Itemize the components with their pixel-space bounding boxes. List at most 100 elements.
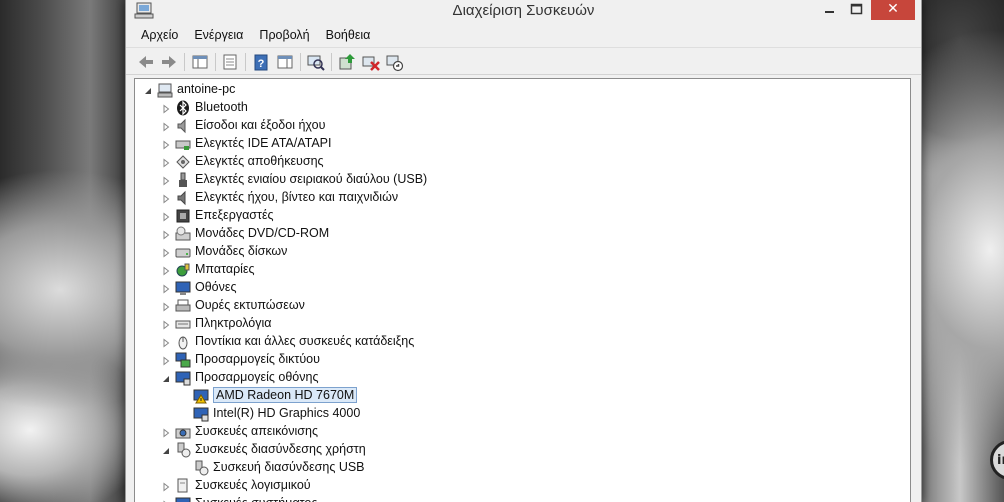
tree-item-label: Μονάδες DVD/CD-ROM <box>195 226 330 240</box>
expand-arrow-icon[interactable] <box>161 337 171 348</box>
uninstall-icon[interactable] <box>361 52 381 72</box>
tree-category[interactable]: Ουρές εκτυπώσεων <box>135 297 910 315</box>
tree-category[interactable]: Bluetooth <box>135 99 910 117</box>
window-title: Διαχείριση Συσκευών <box>452 2 595 19</box>
expand-arrow-icon[interactable] <box>161 121 171 132</box>
disable-device-icon[interactable] <box>385 52 405 72</box>
expand-arrow-icon[interactable] <box>161 319 171 330</box>
menu-action[interactable]: Ενέργεια <box>186 25 251 47</box>
tree-item-label: Ποντίκια και άλλες συσκευές κατάδειξης <box>195 334 415 348</box>
tree-category[interactable]: Μονάδες δίσκων <box>135 243 910 261</box>
toolbar: ? <box>126 47 921 75</box>
toolbar-separator <box>184 53 185 71</box>
expand-arrow-icon[interactable] <box>161 193 171 204</box>
scan-hardware-icon[interactable] <box>306 52 326 72</box>
tree-category[interactable]: Μπαταρίες <box>135 261 910 279</box>
storage-controller-icon <box>175 154 191 170</box>
tree-item-label: Πληκτρολόγια <box>195 316 272 330</box>
disk-drive-icon <box>175 244 191 260</box>
collapse-arrow-icon[interactable] <box>161 373 171 383</box>
display-adapter-icon <box>175 370 191 386</box>
tree-category[interactable]: Συσκευές απεικόνισης <box>135 423 910 441</box>
tree-item-label: antoine-pc <box>177 82 236 96</box>
tree-category[interactable]: Συσκευές συστήματος <box>135 495 910 502</box>
properties-icon[interactable] <box>220 52 240 72</box>
system-device-icon <box>175 496 191 502</box>
expand-arrow-icon[interactable] <box>161 139 171 150</box>
tree-item-label: Συσκευές απεικόνισης <box>195 424 318 438</box>
tree-category[interactable]: Επεξεργαστές <box>135 207 910 225</box>
close-icon: ✕ <box>887 1 899 17</box>
expand-arrow-icon[interactable] <box>161 247 171 258</box>
keyboard-icon <box>175 316 191 332</box>
back-icon[interactable] <box>136 52 156 72</box>
tree-item-label: Ελεγκτές ήχου, βίντεο και παιχνιδιών <box>195 190 399 204</box>
tree-category[interactable]: Οθόνες <box>135 279 910 297</box>
tree-item-label: Οθόνες <box>195 280 237 294</box>
usb-icon <box>175 172 191 188</box>
expand-arrow-icon[interactable] <box>161 265 171 276</box>
display-adapter-warning-icon <box>193 388 209 404</box>
expand-arrow-icon[interactable] <box>161 427 171 438</box>
maximize-icon[interactable] <box>843 0 869 20</box>
menu-file[interactable]: Αρχείο <box>133 25 186 47</box>
action-pane-icon[interactable] <box>275 52 295 72</box>
expand-arrow-icon[interactable] <box>161 211 171 222</box>
device-tree[interactable]: antoine-pc Bluetooth Είσοδοι και έξοδοι ήχ… <box>134 78 911 502</box>
forward-icon[interactable] <box>159 52 179 72</box>
tree-category[interactable]: Συσκευές διασύνδεσης χρήστη <box>135 441 910 459</box>
print-queue-icon <box>175 298 191 314</box>
collapse-arrow-icon[interactable] <box>161 445 171 455</box>
expand-arrow-icon[interactable] <box>161 103 171 114</box>
tree-item-label: Μπαταρίες <box>195 262 255 276</box>
menu-help[interactable]: Βοήθεια <box>318 25 379 47</box>
expand-arrow-icon[interactable] <box>161 283 171 294</box>
speaker-icon <box>175 118 191 134</box>
show-hide-console-tree-icon[interactable] <box>190 52 210 72</box>
tree-category[interactable]: Είσοδοι και έξοδοι ήχου <box>135 117 910 135</box>
tree-category[interactable]: Ελεγκτές IDE ATA/ATAPI <box>135 135 910 153</box>
display-adapter-icon <box>193 406 209 422</box>
menu-bar: Αρχείο Ενέργεια Προβολή Βοήθεια <box>126 25 921 47</box>
expand-arrow-icon[interactable] <box>161 481 171 492</box>
tree-root-computer[interactable]: antoine-pc <box>135 81 910 99</box>
network-adapter-icon <box>175 352 191 368</box>
close-button[interactable]: ✕ <box>871 0 915 20</box>
tree-item-label: Intel(R) HD Graphics 4000 <box>213 406 361 420</box>
svg-text:?: ? <box>258 58 265 70</box>
tree-item-label: Bluetooth <box>195 100 248 114</box>
tree-category[interactable]: Προσαρμογείς οθόνης <box>135 369 910 387</box>
tree-device[interactable]: Συσκευή διασύνδεσης USB <box>135 459 910 477</box>
tree-category[interactable]: Ελεγκτές αποθήκευσης <box>135 153 910 171</box>
update-driver-icon[interactable] <box>337 52 357 72</box>
expand-arrow-icon[interactable] <box>161 175 171 186</box>
sound-icon <box>175 190 191 206</box>
expand-arrow-icon[interactable] <box>161 301 171 312</box>
monitor-icon <box>175 280 191 296</box>
tree-category[interactable]: Μονάδες DVD/CD-ROM <box>135 225 910 243</box>
computer-icon <box>157 82 173 98</box>
tree-device-selected[interactable]: AMD Radeon HD 7670M <box>135 387 910 405</box>
tree-category[interactable]: Πληκτρολόγια <box>135 315 910 333</box>
tree-category[interactable]: Ελεγκτές ενιαίου σειριακού διαύλου (USB) <box>135 171 910 189</box>
tree-category[interactable]: Προσαρμογείς δικτύου <box>135 351 910 369</box>
tree-item-label: Μονάδες δίσκων <box>195 244 288 258</box>
title-bar[interactable]: Διαχείριση Συσκευών ✕ <box>126 0 921 23</box>
ide-controller-icon <box>175 136 191 152</box>
dvd-drive-icon <box>175 226 191 242</box>
tree-category[interactable]: Ελεγκτές ήχου, βίντεο και παιχνιδιών <box>135 189 910 207</box>
menu-view[interactable]: Προβολή <box>251 25 317 47</box>
expand-arrow-icon[interactable] <box>161 355 171 366</box>
tree-device[interactable]: Intel(R) HD Graphics 4000 <box>135 405 910 423</box>
tree-item-label: Είσοδοι και έξοδοι ήχου <box>195 118 326 132</box>
tree-category[interactable]: Συσκευές λογισμικού <box>135 477 910 495</box>
expand-arrow-icon[interactable] <box>161 157 171 168</box>
minimize-icon[interactable] <box>816 0 842 20</box>
expand-arrow-icon[interactable] <box>161 229 171 240</box>
help-icon[interactable]: ? <box>251 52 271 72</box>
hid-icon <box>175 442 191 458</box>
tree-category[interactable]: Ποντίκια και άλλες συσκευές κατάδειξης <box>135 333 910 351</box>
collapse-arrow-icon[interactable] <box>143 85 153 95</box>
bluetooth-icon <box>175 100 191 116</box>
tree-item-label: Ουρές εκτυπώσεων <box>195 298 305 312</box>
